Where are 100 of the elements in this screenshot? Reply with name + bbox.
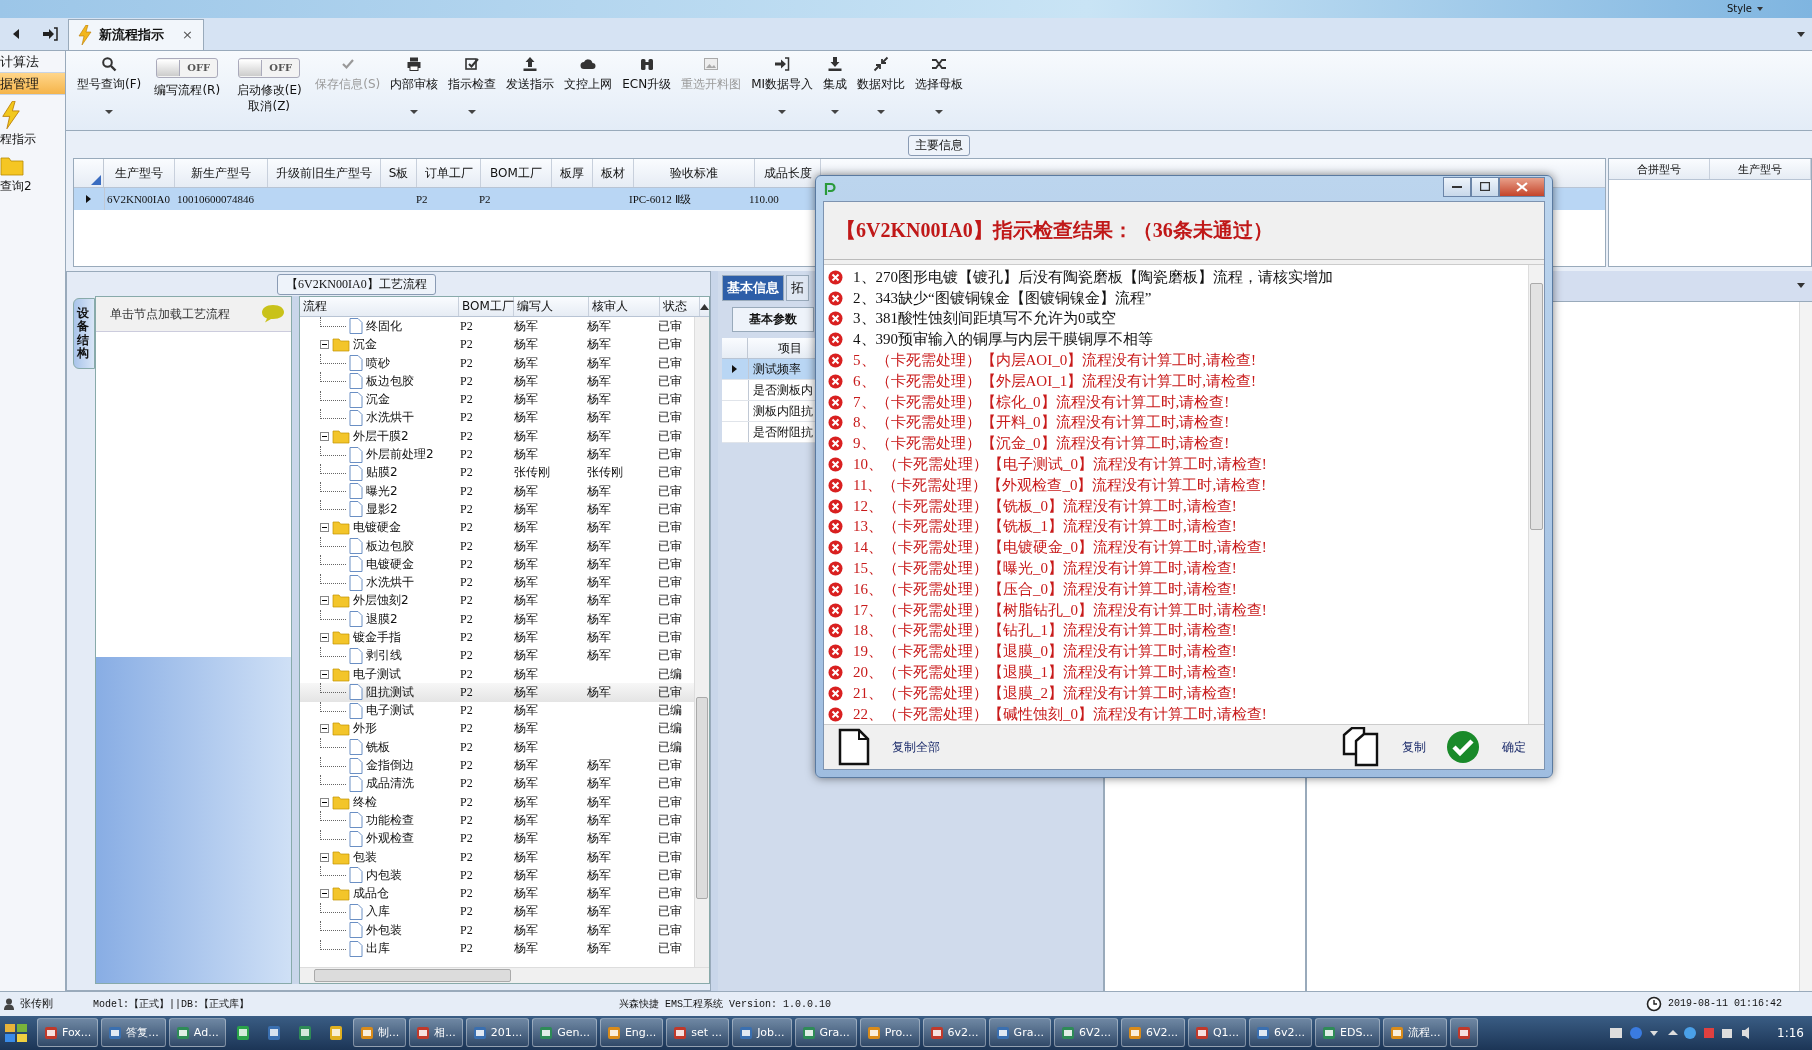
tree-row[interactable]: 喷砂 P2 杨军 杨军 已审: [300, 353, 694, 373]
toolbar-button[interactable]: 选择母板: [912, 55, 967, 93]
taskbar-button[interactable]: 6v2...: [1249, 1018, 1313, 1048]
dropdown-caret-icon[interactable]: [468, 108, 477, 115]
collapse-icon[interactable]: [320, 724, 329, 734]
tab[interactable]: 基本信息: [722, 275, 784, 302]
dropdown-caret-icon[interactable]: [410, 108, 419, 115]
nav-item[interactable]: 查询2: [0, 177, 32, 195]
maximize-button[interactable]: [1471, 176, 1499, 197]
tree-row[interactable]: 包装 P2 杨军 杨军 已审: [300, 847, 694, 867]
taskbar-button[interactable]: Fox...: [37, 1018, 99, 1048]
toggle-switch[interactable]: OFF: [156, 57, 219, 78]
taskbar-button[interactable]: Q1...: [1187, 1018, 1247, 1048]
column-header[interactable]: 生产型号: [104, 159, 175, 188]
collapse-icon[interactable]: [320, 669, 329, 679]
tree-row[interactable]: 铣板 P2 杨军 已编: [300, 738, 694, 757]
dropdown-caret-icon[interactable]: [105, 108, 114, 115]
taskbar-button[interactable]: 6V2...: [1120, 1018, 1185, 1048]
tree-row[interactable]: 外层前处理2 P2 杨军 杨军 已审: [300, 445, 694, 464]
collapse-icon[interactable]: [320, 431, 329, 441]
taskbar-button[interactable]: Gen...: [532, 1018, 597, 1048]
app-icon[interactable]: [265, 1024, 282, 1041]
taskbar-button[interactable]: Job...: [732, 1018, 792, 1048]
column-header[interactable]: S板: [381, 159, 417, 188]
dropdown-caret-icon[interactable]: [935, 108, 944, 115]
vertical-tab[interactable]: 设备结构: [73, 298, 95, 370]
tree-row[interactable]: 水洗烘干 P2 杨军 杨军 已审: [300, 573, 694, 592]
toolbar-button[interactable]: 发送指示: [503, 55, 558, 93]
tab[interactable]: 拓: [786, 275, 809, 302]
toolbar-button[interactable]: 内部审核: [387, 55, 442, 93]
tree-row[interactable]: 功能检查 P2 杨军 杨军 已审: [300, 811, 694, 830]
style-menu[interactable]: Style: [1726, 3, 1752, 15]
tree-row[interactable]: 内包装 P2 杨军 杨军 已审: [300, 866, 694, 885]
taskbar-button[interactable]: Ad...: [168, 1018, 226, 1048]
start-button[interactable]: [4, 1021, 28, 1044]
column-header[interactable]: 生产型号: [1710, 159, 1811, 180]
tree-row[interactable]: 外层干膜2 P2 杨军 杨军 已审: [300, 427, 694, 446]
tree-row[interactable]: 镀金手指 P2 杨军 杨军 已审: [300, 628, 694, 647]
sub-tab[interactable]: 基本参数: [732, 307, 814, 333]
column-header[interactable]: 板材: [593, 159, 634, 188]
taskbar-button[interactable]: Eng...: [599, 1018, 664, 1048]
app-icon[interactable]: [234, 1024, 251, 1041]
toolbar-button[interactable]: 指示检查: [445, 55, 500, 93]
close-button[interactable]: [1499, 176, 1545, 197]
taskbar-button[interactable]: EDS...: [1315, 1018, 1380, 1048]
nav-item[interactable]: 计算法: [0, 50, 65, 73]
copy-button[interactable]: 复制: [1342, 727, 1426, 767]
toolbar-button[interactable]: 集成: [820, 55, 851, 93]
tree-row[interactable]: 出库 P2 杨军 杨军 已审: [300, 939, 694, 958]
tree-row[interactable]: 板边包胶 P2 杨军 杨军 已审: [300, 536, 694, 556]
taskbar-button[interactable]: 6V2...: [1053, 1018, 1118, 1048]
dropdown-caret-icon[interactable]: [1796, 281, 1806, 290]
tree-row[interactable]: 沉金 P2 杨军 杨军 已审: [300, 390, 694, 409]
dropdown-caret-icon[interactable]: [1796, 29, 1806, 38]
minimize-button[interactable]: [1443, 176, 1471, 197]
taskbar-button[interactable]: 制...: [352, 1018, 407, 1048]
collapse-icon[interactable]: [320, 523, 329, 533]
ok-button[interactable]: 确定: [1446, 730, 1526, 764]
tree-row[interactable]: 退膜2 P2 杨军 杨军 已审: [300, 610, 694, 629]
app-icon[interactable]: [327, 1024, 344, 1041]
tree-row[interactable]: 成品清洗 P2 杨军 杨军 已审: [300, 774, 694, 793]
dropdown-caret-icon[interactable]: [831, 108, 840, 115]
tree-row[interactable]: 终固化 P2 杨军 杨军 已审: [300, 317, 694, 336]
app-icon[interactable]: [296, 1024, 313, 1041]
taskbar-button[interactable]: 流程...: [1383, 1018, 1448, 1048]
taskbar-button[interactable]: set ...: [666, 1018, 730, 1048]
column-header[interactable]: 验收标准: [634, 159, 755, 188]
column-header[interactable]: 订单工厂: [417, 159, 481, 188]
collapse-icon[interactable]: [320, 852, 329, 862]
tree-row[interactable]: 电镀硬金 P2 杨军 杨军 已审: [300, 518, 694, 537]
tree-row[interactable]: 水洗烘干 P2 杨军 杨军 已审: [300, 408, 694, 428]
collapse-icon[interactable]: [320, 596, 329, 606]
tree-row[interactable]: 外层蚀刻2 P2 杨军 杨军 已审: [300, 591, 694, 611]
tree-row[interactable]: 板边包胶 P2 杨军 杨军 已审: [300, 372, 694, 391]
tree-row[interactable]: 金指倒边 P2 杨军 杨军 已审: [300, 756, 694, 775]
column-header[interactable]: 状态: [660, 297, 700, 317]
collapse-icon[interactable]: [320, 340, 329, 350]
column-header[interactable]: 项目: [748, 338, 802, 359]
close-tab-button[interactable]: ×: [182, 27, 193, 43]
tree-row[interactable]: 贴膜2 P2 张传刚 张传刚 已审: [300, 463, 694, 482]
column-header[interactable]: 新生产型号: [175, 159, 268, 188]
taskbar-button[interactable]: Pro...: [859, 1018, 920, 1048]
taskbar-button[interactable]: [1450, 1018, 1479, 1048]
toolbar-button[interactable]: 型号查询(F): [74, 55, 145, 93]
dropdown-caret-icon[interactable]: [778, 108, 787, 115]
copy-all-button[interactable]: 复制全部: [838, 728, 940, 766]
column-header[interactable]: 合拼型号: [1609, 159, 1710, 180]
taskbar-button[interactable]: Gra...: [794, 1018, 857, 1048]
column-header[interactable]: 板厚: [552, 159, 593, 188]
tree-row[interactable]: 电子测试 P2 杨军 已编: [300, 664, 694, 684]
vertical-scrollbar[interactable]: [1799, 302, 1812, 991]
column-header[interactable]: 核审人: [588, 297, 661, 317]
nav-item[interactable]: 据管理: [0, 72, 65, 95]
horizontal-scrollbar[interactable]: [300, 966, 709, 983]
lightning-icon[interactable]: [0, 100, 22, 129]
tree-row[interactable]: 曝光2 P2 杨军 杨军 已审: [300, 481, 694, 501]
tree-row[interactable]: 终检 P2 杨军 杨军 已审: [300, 793, 694, 812]
collapse-icon[interactable]: [320, 889, 329, 899]
column-header[interactable]: 流程: [300, 297, 460, 317]
taskbar-button[interactable]: 相...: [409, 1018, 463, 1048]
